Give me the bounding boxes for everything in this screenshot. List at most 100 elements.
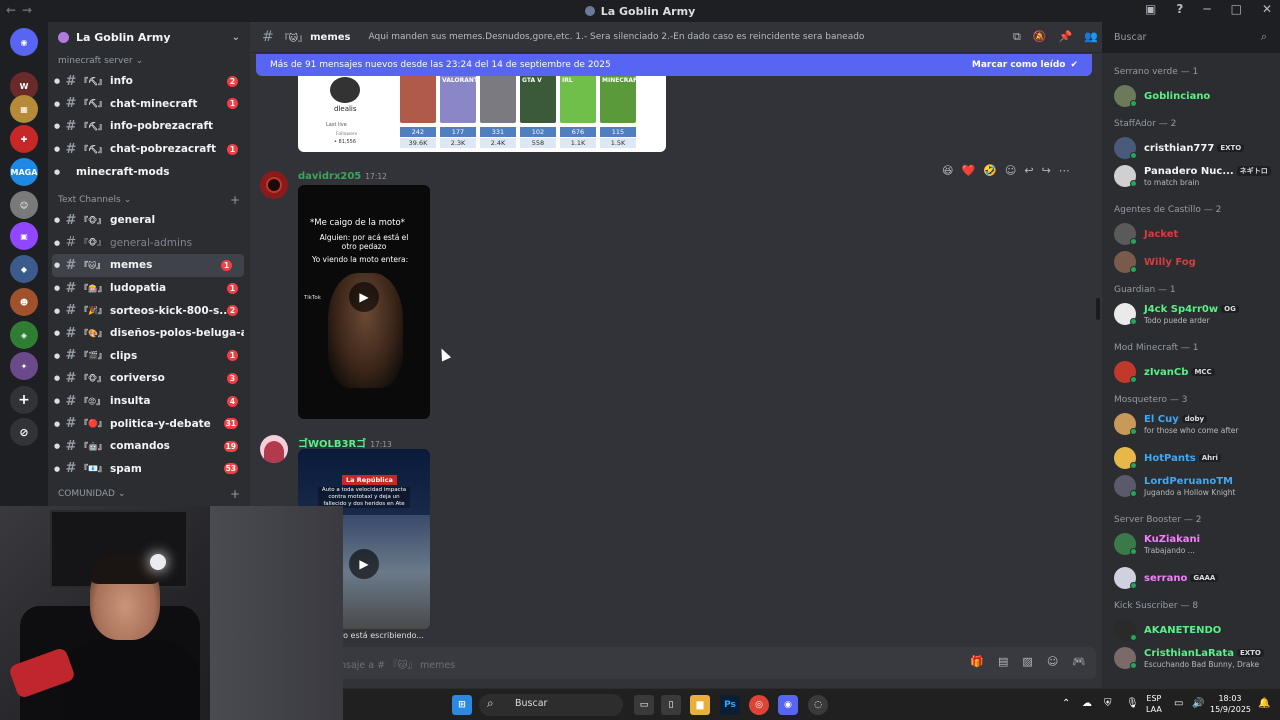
server-icon[interactable]: ◆ <box>10 255 38 283</box>
threads-icon[interactable]: ⧉ <box>1013 30 1021 44</box>
category-comunidad[interactable]: COMUNIDAD ⌄ + <box>48 485 250 503</box>
emoji-icon[interactable]: ☺ <box>1047 655 1058 668</box>
avatar[interactable] <box>260 171 288 199</box>
members-icon[interactable]: 👥 <box>1084 30 1098 44</box>
member-item[interactable]: HotPants Ahri <box>1114 445 1276 471</box>
close-button[interactable]: ✕ <box>1262 2 1272 16</box>
apps-icon[interactable]: 🎮 <box>1072 655 1086 668</box>
member-item[interactable]: Jacket <box>1114 221 1276 247</box>
member-item[interactable]: CristhianLaRata EXTO Escuchando Bad Bunny,… <box>1114 645 1276 671</box>
maximize-button[interactable]: □ <box>1231 2 1242 16</box>
server-icon[interactable]: ◉ <box>10 28 38 56</box>
scrollbar[interactable] <box>1096 298 1100 320</box>
add-channel-icon[interactable]: + <box>230 193 240 207</box>
member-item[interactable]: AKANETENDO <box>1114 617 1276 643</box>
server-icon[interactable]: MAGA <box>10 158 38 186</box>
widgets-icon[interactable]: ▭ <box>634 695 654 715</box>
search-input[interactable]: Buscar ⌕ <box>1108 28 1272 48</box>
server-icon[interactable]: ▦ <box>10 95 38 123</box>
channel-memes[interactable]: ● # 『🐱』 memes 1 <box>52 254 244 277</box>
member-status: for those who come after <box>1144 426 1239 435</box>
member-item[interactable]: Goblinciano <box>1114 83 1276 109</box>
hash-icon: # <box>65 118 77 134</box>
gif-icon[interactable]: ▤ <box>998 655 1008 668</box>
mute-icon[interactable]: 🔕 <box>1033 30 1047 44</box>
channel-info-pobrezacraft[interactable]: ● # 『⛏』 info-pobrezacraft <box>48 115 250 138</box>
phone-link-icon[interactable]: ▯ <box>661 695 681 715</box>
file-explorer-icon[interactable]: ▆ <box>690 695 710 715</box>
help-icon[interactable]: ? <box>1176 2 1183 16</box>
language-indicator[interactable]: ESP LAA <box>1146 693 1162 715</box>
mark-as-read-button[interactable]: Marcar como leído <box>972 60 1066 70</box>
video-attachment[interactable]: *Me caigo de la moto* Alguien: por acá e… <box>298 185 430 419</box>
nav-arrows[interactable]: ←→ <box>6 3 38 17</box>
sticker-icon[interactable]: ▨ <box>1022 655 1032 668</box>
app-icon[interactable]: ◌ <box>808 695 828 715</box>
volume-icon[interactable]: 🔊 <box>1192 698 1204 709</box>
message-input[interactable]: nsaje a # 『🐱』 memes 🎁 ▤ ▨ ☺ 🎮 <box>260 647 1096 679</box>
message-author[interactable]: davidrx205 17:12 <box>298 171 387 182</box>
member-item[interactable]: LordPeruanoTM Jugando a Hollow Knight <box>1114 473 1276 499</box>
channel-clips[interactable]: ● # 『🎬』 clips 1 <box>48 345 250 368</box>
server-header[interactable]: La Goblin Army ⌄ <box>48 22 250 52</box>
minimize-button[interactable]: ─ <box>1203 2 1210 16</box>
play-icon[interactable]: ▶ <box>349 549 379 580</box>
channel-ludopatia[interactable]: ● # 『🎰』 ludopatia 1 <box>48 277 250 300</box>
message-item[interactable]: ゴWOLB3Rゴ 17:13 La República Auto a toda v… <box>260 435 1090 635</box>
gift-icon[interactable]: 🎁 <box>970 655 984 668</box>
profile-embed-image[interactable]: dlealis Last live Followers • 81,556 242… <box>298 75 666 152</box>
channel-general-admins[interactable]: ● # 『🐵』 general-admins <box>48 232 250 255</box>
member-item[interactable]: KuZiakani Trabajando ... <box>1114 531 1276 557</box>
channel-coriverso[interactable]: ● # 『🐵』 coriverso 3 <box>48 367 250 390</box>
add-channel-icon[interactable]: + <box>230 487 240 501</box>
channel-chat-pobrezacraft[interactable]: ● # 『⛏』 chat-pobrezacraft 1 <box>48 138 250 161</box>
channel-politica-y-debate[interactable]: ● # 『🔴』 politica-y-debate 31 <box>48 412 250 435</box>
new-messages-bar[interactable]: Más de 91 mensajes nuevos desde las 23:2… <box>256 54 1092 76</box>
channel-emoji: 『🎰』 <box>80 283 106 293</box>
member-item[interactable]: serrano GAAA <box>1114 565 1276 591</box>
photoshop-icon[interactable]: Ps <box>720 695 740 715</box>
message-item[interactable]: davidrx205 17:12 *Me caigo de la moto* Al… <box>260 171 1090 421</box>
tray-arrow-icon[interactable]: ⌃ <box>1062 698 1070 709</box>
category-text-channels[interactable]: Text Channels ⌄ + <box>48 191 250 209</box>
discover-icon[interactable]: ⊘ <box>10 418 38 446</box>
server-icon[interactable]: ▣ <box>10 222 38 250</box>
discord-icon[interactable]: ◉ <box>778 695 798 715</box>
chrome-icon[interactable]: ◎ <box>749 695 769 715</box>
clock[interactable]: 18:03 15/9/2025 <box>1210 693 1251 715</box>
member-item[interactable]: Willy Fog <box>1114 249 1276 275</box>
channel-sorteos-kick-800-s-[interactable]: ● # 『🎉』 sorteos-kick-800-s... 2 <box>48 299 250 322</box>
channel-topic[interactable]: Aqui manden sus memes.Desnudos,gore,etc.… <box>368 32 864 42</box>
server-icon[interactable]: ✦ <box>10 352 38 380</box>
member-name: LordPeruanoTM <box>1144 476 1233 487</box>
notifications-icon[interactable]: 🔔 <box>1258 698 1270 709</box>
channel-spam[interactable]: ● # 『📧』 spam 53 <box>48 458 250 481</box>
category-minecraft[interactable]: minecraft server ⌄ <box>48 52 250 70</box>
taskbar-search[interactable]: ⌕ Buscar <box>479 694 623 716</box>
channel-minecraft-mods[interactable]: ● minecraft-mods <box>48 160 250 183</box>
channel-info[interactable]: ● # 『⛏』 info 2 <box>48 70 250 93</box>
channel-dise-os-polos-beluga-ar-[interactable]: ● #『🎨』 diseños-polos-beluga-ar... <box>48 322 250 345</box>
member-item[interactable]: J4ck Sp4rr0w OG Todo puede arder <box>1114 301 1276 327</box>
network-icon[interactable]: ▭ <box>1174 698 1183 709</box>
windows-start-icon[interactable]: ⊞ <box>452 695 472 715</box>
member-item[interactable]: Panadero Nuc... ネギトロ to match brain <box>1114 163 1276 189</box>
channel-chat-minecraft[interactable]: ● # 『⛏』 chat-minecraft 1 <box>48 93 250 116</box>
member-item[interactable]: El Cuy doby for those who come after <box>1114 411 1276 437</box>
member-item[interactable]: zIvanCb MCC <box>1114 359 1276 385</box>
message-author[interactable]: ゴWOLB3Rゴ 17:13 <box>298 435 392 450</box>
server-icon[interactable]: ☺ <box>10 191 38 219</box>
server-icon[interactable]: ✚ <box>10 125 38 153</box>
avatar[interactable] <box>260 435 288 463</box>
server-icon[interactable]: ☻ <box>10 288 38 316</box>
pin-icon[interactable]: 📌 <box>1059 30 1073 44</box>
channel-comandos[interactable]: ● # 『🤖』 comandos 19 <box>48 435 250 458</box>
member-name: El Cuy doby <box>1144 414 1208 425</box>
member-item[interactable]: cristhian777 EXTO <box>1114 135 1276 161</box>
channel-general[interactable]: ● # 『🐵』 general <box>48 209 250 232</box>
add-server-icon[interactable]: + <box>10 386 38 414</box>
inbox-icon[interactable]: ▣ <box>1145 2 1156 16</box>
channel-insulta[interactable]: ● # 『😡』 insulta 4 <box>48 390 250 413</box>
message-area[interactable]: Más de 91 mensajes nuevos desde las 23:2… <box>250 53 1102 697</box>
server-icon[interactable]: ◈ <box>10 321 38 349</box>
